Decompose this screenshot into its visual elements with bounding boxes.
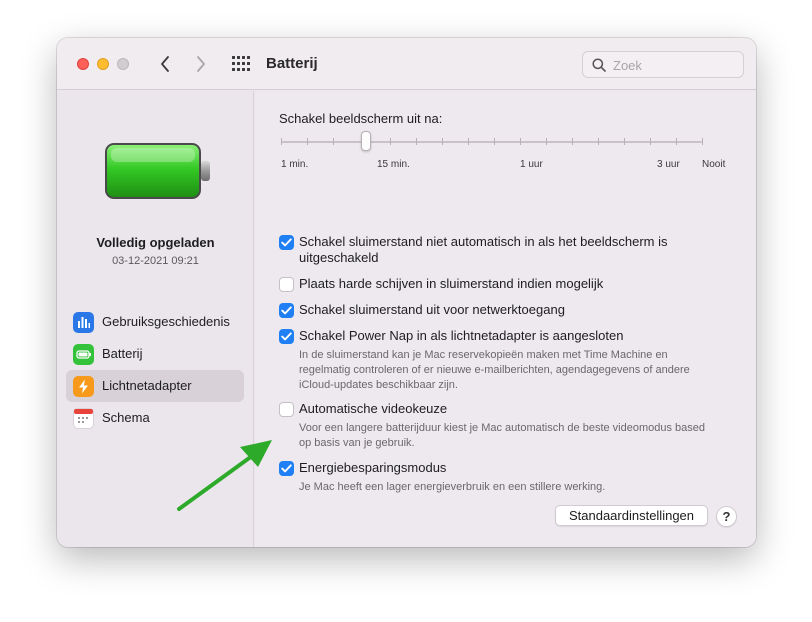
option-description: Je Mac heeft een lager energieverbruik e… [299,481,606,493]
slider-tick [572,138,573,145]
chevron-right-icon [197,56,205,72]
sidebar-item-label: Lichtnetadapter [102,378,192,393]
option-label: Schakel sluimerstand uit voor netwerktoe… [299,302,565,317]
tick-label-3-uur: 3 uur [657,159,680,170]
sidebar-item-label: Gebruiksgeschiedenis [102,314,230,329]
chevron-left-icon [161,56,169,72]
option-label: Energiebesparingsmodus [299,460,447,475]
option-label: Schakel Power Nap in als lichtnetadapter… [299,328,624,343]
slider-tick [494,138,495,145]
help-button[interactable]: ? [716,506,737,527]
slider-tick [520,138,521,145]
slider-tick [546,138,547,145]
tick-label-1-uur: 1 uur [520,159,543,170]
search-input[interactable] [613,56,733,74]
calendar-icon [73,408,94,429]
battery-status-time: 03-12-2021 09:21 [112,255,199,267]
back-button[interactable] [153,52,177,76]
network-wake-checkbox[interactable] [279,303,294,318]
option-description: In de sluimerstand kan je Mac reservekop… [299,349,690,391]
slider-tick [333,138,334,145]
checkmark-icon [281,238,292,247]
slider-tick [468,138,469,145]
option-label: Automatische videokeuze [299,401,448,416]
slider-tick [442,138,443,145]
restore-defaults-button[interactable]: Standaardinstellingen [555,505,708,526]
settings-pane: Schakel beeldscherm uit na: 1 min. 15 mi… [255,91,756,547]
forward-button[interactable] [189,52,213,76]
slider-tick [390,138,391,145]
battery-full-icon [105,143,210,199]
checkmark-icon [281,464,292,473]
display-sleep-label: Schakel beeldscherm uit na: [279,111,443,126]
preferences-window: Batterij V [57,38,756,547]
minimize-button[interactable] [97,58,109,70]
window-title: Batterij [266,55,318,72]
lightning-icon [73,376,94,397]
option-description: Voor een langere batterijduur kiest je M… [299,422,706,449]
power-nap-checkbox[interactable] [279,329,294,344]
option-label: Schakel sluimerstand niet automatisch in… [299,234,668,265]
battery-status-title: Volledig opgeladen [96,235,215,250]
checkmark-icon [281,306,292,315]
bar-chart-icon [73,312,94,333]
option-label: Plaats harde schijven in sluimerstand in… [299,276,604,291]
slider-tick [307,138,308,145]
tick-label-1-min: 1 min. [281,159,309,170]
show-all-button[interactable] [231,55,251,73]
slider-track[interactable] [281,141,702,143]
slider-thumb[interactable] [361,131,371,151]
zoom-button[interactable] [117,58,129,70]
tick-label-nooit: Nooit [702,159,726,170]
sidebar-item-lichtnetadapter[interactable]: Lichtnetadapter [66,370,244,402]
battery-icon [73,344,94,365]
slider-tick [702,138,703,145]
slider-tick [676,138,677,145]
disk-sleep-checkbox[interactable] [279,277,294,292]
sidebar-item-schema[interactable]: Schema [66,402,244,434]
slider-tick [416,138,417,145]
search-field[interactable] [582,51,744,78]
low-power-mode-checkbox[interactable] [279,461,294,476]
sidebar-item-label: Schema [102,410,150,425]
sidebar-item-gebruiksgeschiedenis[interactable]: Gebruiksgeschiedenis [66,306,244,338]
slider-tick [281,138,282,145]
slider-tick [624,138,625,145]
sidebar: Volledig opgeladen 03-12-2021 09:21 Gebr… [57,91,254,547]
slider-tick [598,138,599,145]
prevent-sleep-checkbox[interactable] [279,235,294,250]
slider-tick [650,138,651,145]
search-icon [592,58,606,72]
tick-label-15-min: 15 min. [377,159,410,170]
sidebar-item-label: Batterij [102,346,143,361]
checkmark-icon [281,332,292,341]
title-bar: Batterij [57,38,756,90]
close-button[interactable] [77,58,89,70]
sidebar-item-batterij[interactable]: Batterij [66,338,244,370]
grid-icon [232,56,250,71]
auto-graphics-checkbox[interactable] [279,402,294,417]
